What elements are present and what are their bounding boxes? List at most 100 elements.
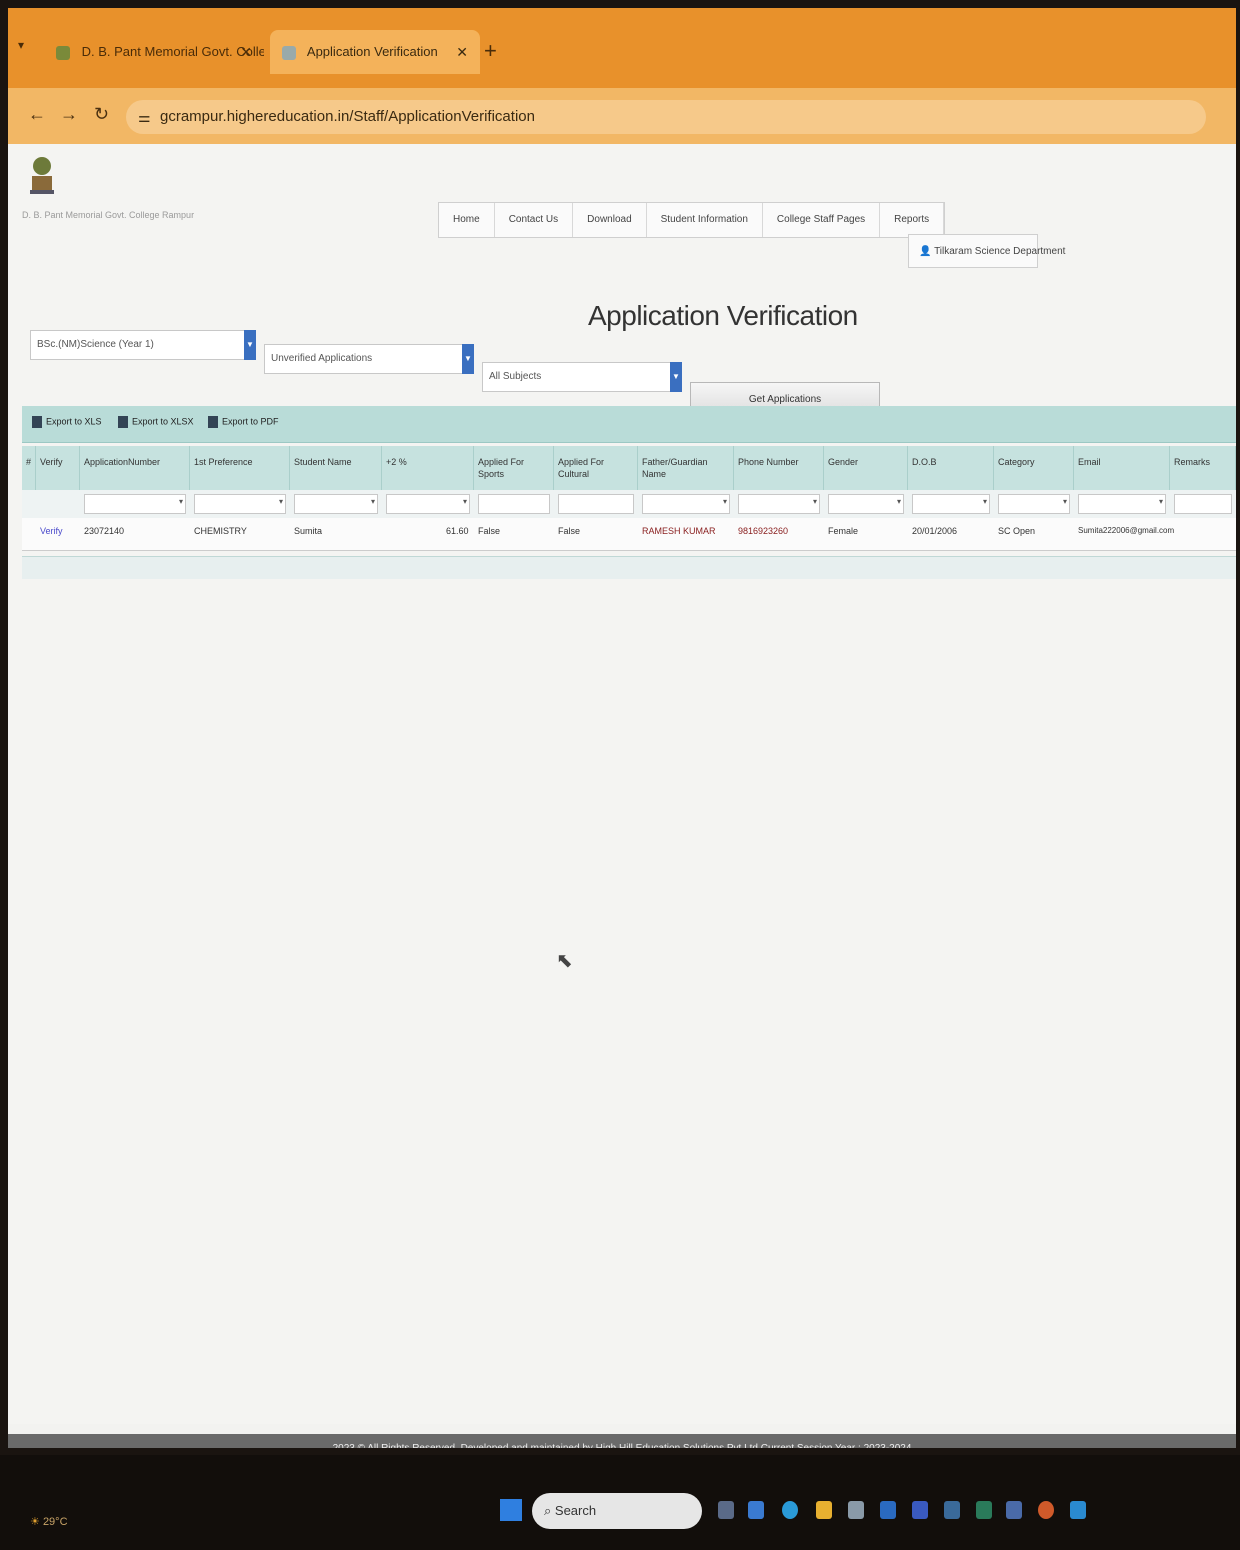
col-header-remarks[interactable]: Remarks	[1170, 446, 1236, 490]
filter-icon[interactable]: ▾	[897, 497, 901, 506]
chrome-browser-icon[interactable]	[1038, 1501, 1054, 1519]
user-menu[interactable]: 👤 Tilkaram Science Department	[908, 234, 1065, 268]
col-header-gender[interactable]: Gender	[824, 446, 908, 490]
col-header-cultural[interactable]: Applied For Cultural	[554, 446, 638, 490]
status-select[interactable]: Unverified Applications ▼	[264, 344, 474, 374]
windows-start-icon[interactable]	[500, 1499, 522, 1521]
filter-percent[interactable]: ▾	[386, 494, 470, 514]
college-favicon-icon	[56, 45, 70, 60]
cell-gender: Female	[828, 526, 859, 536]
col-header-phone[interactable]: Phone Number	[734, 446, 824, 490]
filter-preference[interactable]: ▾	[194, 494, 286, 514]
filter-category[interactable]: ▾	[998, 494, 1070, 514]
col-header-percent[interactable]: +2 %	[382, 446, 474, 490]
export-pdf-button[interactable]: Export to PDF	[208, 416, 279, 428]
grid-filter-row: ▾ ▾ ▾ ▾ ▾ ▾ ▾ ▾ ▾ ▾	[22, 490, 1236, 518]
cell-cultural: False	[558, 526, 581, 536]
filter-icon[interactable]: ▾	[279, 497, 283, 506]
cell-dob: 20/01/2006	[912, 526, 958, 536]
chevron-down-icon: ▼	[244, 330, 256, 360]
search-icon: ⌕	[544, 1503, 552, 1518]
address-bar[interactable]: ⚌ gcrampur.highereducation.in/Staff/Appl…	[126, 100, 1206, 134]
subjects-select-value: All Subjects	[489, 371, 542, 382]
notepad-icon[interactable]	[944, 1501, 960, 1519]
filter-gender[interactable]: ▾	[828, 494, 904, 514]
filter-icon[interactable]: ▾	[813, 497, 817, 506]
menu-reports[interactable]: Reports	[880, 203, 945, 237]
teams-icon[interactable]	[748, 1501, 764, 1519]
tab-menu-chevron-icon[interactable]: ▾	[18, 38, 24, 52]
filter-icon[interactable]: ▾	[463, 497, 467, 506]
col-header-sports[interactable]: Applied For Sports	[474, 446, 554, 490]
col-header-index[interactable]: #	[22, 446, 36, 490]
file-explorer-icon[interactable]	[816, 1501, 832, 1519]
outlook-icon[interactable]	[880, 1501, 896, 1519]
filter-father-name[interactable]: ▾	[642, 494, 730, 514]
col-header-email[interactable]: Email	[1074, 446, 1170, 490]
col-header-dob[interactable]: D.O.B	[908, 446, 994, 490]
site-settings-icon[interactable]: ⚌	[138, 100, 151, 134]
word-icon[interactable]	[912, 1501, 928, 1519]
cell-category: SC Open	[998, 526, 1036, 536]
filter-icon[interactable]: ▾	[723, 497, 727, 506]
cell-application-number: 23072140	[84, 526, 125, 536]
excel-icon[interactable]	[976, 1501, 992, 1519]
xlsx-file-icon	[118, 416, 128, 428]
url-text: gcrampur.highereducation.in/Staff/Applic…	[160, 108, 535, 125]
subjects-select[interactable]: All Subjects ▼	[482, 362, 682, 392]
filter-sports[interactable]	[478, 494, 550, 514]
browser-tab-application-verification[interactable]: Application Verification ✕	[270, 30, 480, 74]
grid-footer	[22, 556, 1236, 579]
filter-remarks[interactable]	[1174, 494, 1232, 514]
cell-phone: 9816923260	[738, 526, 789, 536]
col-header-application-number[interactable]: ApplicationNumber	[80, 446, 190, 490]
col-header-student-name[interactable]: Student Name	[290, 446, 382, 490]
col-header-preference[interactable]: 1st Preference	[190, 446, 290, 490]
filter-cultural[interactable]	[558, 494, 634, 514]
filter-dob[interactable]: ▾	[912, 494, 990, 514]
col-header-verify[interactable]: Verify	[36, 446, 80, 490]
search-placeholder: Search	[554, 1503, 597, 1518]
col-header-father-name[interactable]: Father/Guardian Name	[638, 446, 734, 490]
forward-arrow-icon[interactable]: →	[60, 104, 78, 125]
back-arrow-icon[interactable]: ←	[28, 104, 46, 125]
new-tab-plus-icon[interactable]: +	[484, 38, 497, 64]
filter-email[interactable]: ▾	[1078, 494, 1166, 514]
store-icon[interactable]	[848, 1501, 864, 1519]
pdf-file-icon	[208, 416, 218, 428]
export-xlsx-button[interactable]: Export to XLSX	[118, 416, 194, 428]
export-xls-button[interactable]: Export to XLS	[32, 416, 102, 428]
menu-student-information[interactable]: Student Information	[647, 203, 763, 237]
reload-icon[interactable]: ↻	[94, 104, 109, 125]
menu-contact-us[interactable]: Contact Us	[495, 203, 574, 237]
filter-application-number[interactable]: ▾	[84, 494, 186, 514]
filter-icon[interactable]: ▾	[179, 497, 183, 506]
browser-tab-college[interactable]: D. B. Pant Memorial Govt. Colle ✕	[44, 30, 264, 74]
course-select[interactable]: BSc.(NM)Science (Year 1) ▼	[30, 330, 256, 360]
menu-home[interactable]: Home	[439, 203, 495, 237]
filter-student-name[interactable]: ▾	[294, 494, 378, 514]
applications-grid: Export to XLS Export to XLSX Export to P…	[22, 406, 1236, 596]
close-tab-icon[interactable]: ✕	[240, 30, 252, 74]
taskbar-search-box[interactable]: ⌕ Search	[532, 1493, 702, 1529]
filter-icon[interactable]: ▾	[371, 497, 375, 506]
export-toolbar: Export to XLS Export to XLSX Export to P…	[22, 406, 1236, 443]
filter-phone[interactable]: ▾	[738, 494, 820, 514]
close-tab-icon[interactable]: ✕	[456, 30, 468, 74]
filter-icon[interactable]: ▾	[983, 497, 987, 506]
app-icon[interactable]	[1006, 1501, 1022, 1519]
weather-widget[interactable]: ☀ 29°C	[30, 1515, 68, 1528]
verify-link[interactable]: Verify	[40, 526, 63, 536]
menu-download[interactable]: Download	[573, 203, 647, 237]
edge-browser-icon[interactable]	[782, 1501, 798, 1519]
app-icon[interactable]	[1070, 1501, 1086, 1519]
cell-sports: False	[478, 526, 501, 536]
cell-father-name: RAMESH KUMAR	[642, 526, 716, 536]
menu-college-staff-pages[interactable]: College Staff Pages	[763, 203, 881, 237]
tab-label: Application Verification	[306, 44, 438, 59]
task-view-icon[interactable]	[718, 1501, 734, 1519]
export-xlsx-label: Export to XLSX	[132, 416, 194, 427]
filter-icon[interactable]: ▾	[1063, 497, 1067, 506]
col-header-category[interactable]: Category	[994, 446, 1074, 490]
filter-icon[interactable]: ▾	[1159, 497, 1163, 506]
